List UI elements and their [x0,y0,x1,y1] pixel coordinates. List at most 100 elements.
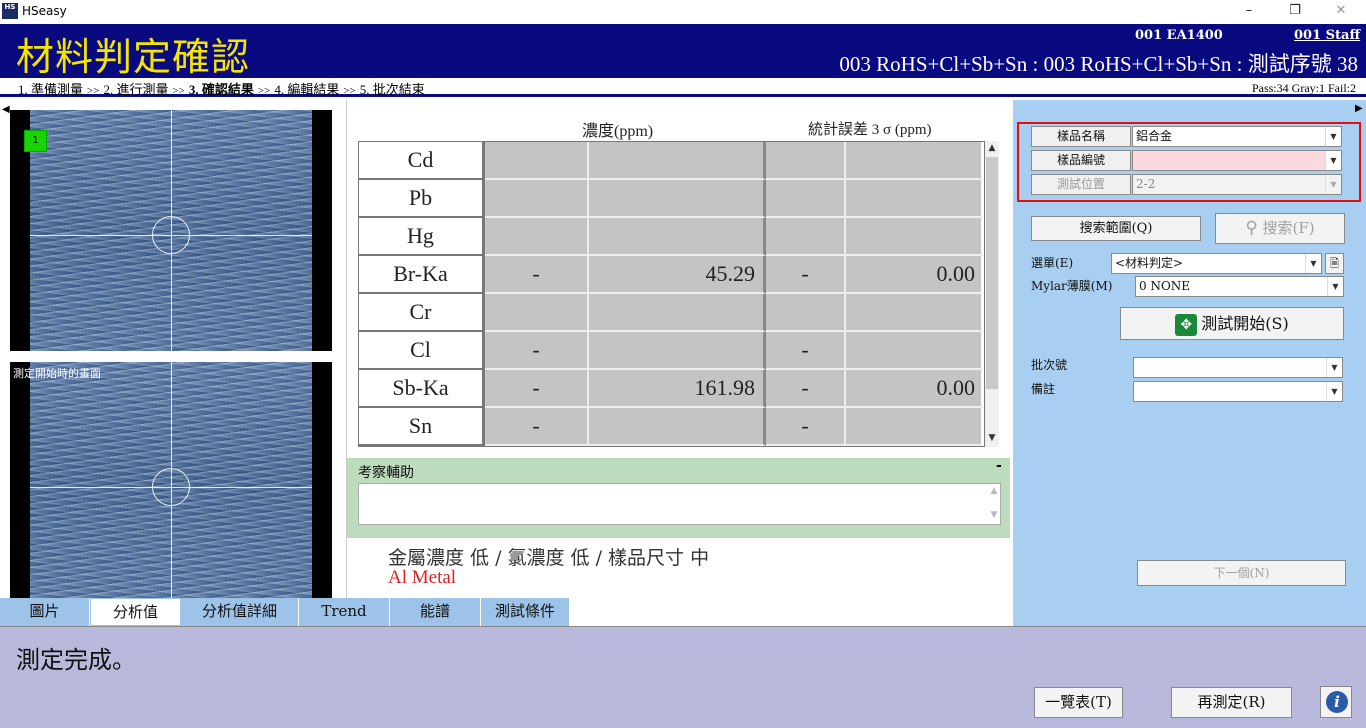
scroll-up-icon[interactable]: ▲ [985,143,999,153]
remeasure-button[interactable]: 再測定(R) [1171,687,1292,718]
breadcrumb-sep: >> [343,85,356,97]
pass-count: Pass:34 [1251,81,1289,95]
sample-image-current[interactable] [10,110,332,351]
error-value-cell [846,142,984,180]
remark-title: 考察輔助 [358,465,414,481]
breadcrumb-step: 1. 準備測量 [18,82,84,97]
sample-name-button[interactable]: 樣品名稱 [1031,126,1131,147]
start-image-label: 測定開始時的畫面 [13,367,101,380]
conc-value-cell [589,332,766,370]
chevron-down-icon[interactable]: ▼ [1325,175,1341,194]
tab-analysis-detail[interactable]: 分析值詳細 [181,598,299,626]
next-button[interactable]: 下一個(N) [1137,560,1346,586]
device-id: 001 EA1400 [1135,28,1223,43]
error-header: 統計誤差 3 σ (ppm) [808,122,932,138]
chevron-down-icon[interactable]: ▼ [1325,151,1341,170]
note-label: 備註 [1031,382,1056,396]
window-titlebar [0,0,1366,24]
mylar-combo[interactable]: 0 NONE ▼ [1135,276,1344,297]
lot-combo[interactable]: ▼ [1133,357,1343,378]
sample-image-start[interactable] [10,362,332,598]
table-row: Cl - - [359,332,984,370]
sample-no-button[interactable]: 樣品編號 [1031,150,1131,171]
scroll-thumb[interactable] [986,157,998,389]
concentration-header: 濃度(ppm) [582,123,654,140]
conc-value-cell [589,218,766,256]
element-cell: Hg [359,218,485,256]
chevron-down-icon[interactable]: ▼ [1325,127,1341,146]
conc-flag-cell: - [485,408,589,446]
test-position-button[interactable]: 測試位置 [1031,174,1131,195]
conc-value-cell: 161.98 [589,370,766,408]
breadcrumb-sep: >> [87,85,100,97]
method-info: 003 RoHS+Cl+Sb+Sn : 003 RoHS+Cl+Sb+Sn : … [839,52,1358,76]
lot-label: 批次號 [1031,358,1068,372]
menu-combo[interactable]: <材料判定> ▼ [1111,253,1322,274]
error-value-cell [846,408,984,446]
error-flag-cell [766,294,846,332]
remark-scroll-up-icon[interactable]: ▲ [987,486,1001,496]
table-row: Pb [359,180,984,218]
search-range-button[interactable]: 搜索範圍(Q) [1031,216,1201,241]
conc-flag-cell [485,218,589,256]
info-button[interactable]: i [1320,686,1352,718]
panel-collapse-left-icon[interactable]: ◀ [2,104,10,115]
table-scrollbar[interactable]: ▲ ▼ [985,141,999,447]
sample-no-combo[interactable]: ▼ [1132,150,1342,171]
tab-test-conditions[interactable]: 測試條件 [481,598,570,626]
tab-trend[interactable]: Trend [299,598,390,626]
test-position-combo[interactable]: 2-2 ▼ [1132,174,1342,195]
staff-link[interactable]: 001 Staff [1294,28,1360,43]
table-row: Br-Ka - 45.29 - 0.00 [359,256,984,294]
table-row: Sb-Ka - 161.98 - 0.00 [359,370,984,408]
note-combo[interactable]: ▼ [1133,381,1343,402]
remark-scroll-down-icon[interactable]: ▼ [987,510,1001,520]
results-table: Cd Pb Hg Br-Ka - 45.29 - 0.00 Cr Cl - - [358,141,985,447]
tab-analysis-value[interactable]: 分析值 [90,598,181,626]
panel-collapse-right-icon[interactable]: ▶ [1355,103,1363,114]
restore-button[interactable]: ❐ [1272,0,1318,24]
run-person-icon: ✥ [1175,313,1198,336]
remark-collapse-button[interactable]: - [996,458,1002,474]
chevron-down-icon[interactable]: ▼ [1305,254,1321,273]
error-value-cell: 0.00 [846,256,984,294]
breadcrumb-step: 4. 編輯結果 [274,82,340,97]
judgement-material: Al Metal [388,567,457,588]
status-message: 測定完成。 [16,646,136,674]
chevron-down-icon[interactable]: ▼ [1326,382,1342,401]
chevron-down-icon[interactable]: ▼ [1326,358,1342,377]
element-cell: Br-Ka [359,256,485,294]
document-icon[interactable]: 🗎 [1325,253,1344,274]
start-test-label: 測試開始(S) [1201,314,1289,333]
start-test-button[interactable]: ✥ 測試開始(S) [1120,307,1344,340]
element-cell: Sb-Ka [359,370,485,408]
breadcrumb-sep: >> [172,85,185,97]
breadcrumb-step-current: 3. 確認結果 [188,82,254,97]
error-value-cell [846,294,984,332]
remark-textarea[interactable]: ▲ ▼ [358,483,1001,525]
judgement-summary: 金屬濃度 低 / 氯濃度 低 / 樣品尺寸 中 [388,547,710,569]
close-button[interactable]: ✕ [1318,0,1364,24]
error-flag-cell: - [766,332,846,370]
breadcrumb-sep: >> [257,85,271,97]
chevron-down-icon[interactable]: ▼ [1327,277,1343,296]
app-logo-icon: HS [2,3,18,19]
conc-flag-cell: - [485,370,589,408]
conc-flag-cell [485,294,589,332]
menu-label: 選單(E) [1031,256,1074,270]
list-button[interactable]: 一覽表(T) [1034,687,1123,718]
window-title: HSeasy [22,4,67,18]
tab-image[interactable]: 圖片 [0,598,90,626]
breadcrumb-step: 5. 批次結束 [359,82,425,97]
tab-spectrum[interactable]: 能譜 [390,598,481,626]
mylar-value: 0 NONE [1139,279,1191,293]
breadcrumb-step: 2. 進行測量 [103,82,169,97]
conc-value-cell [589,408,766,446]
minimize-button[interactable]: – [1226,0,1272,24]
scroll-down-icon[interactable]: ▼ [985,433,999,443]
page-title: 材料判定確認 [16,35,251,79]
info-icon: i [1326,691,1348,713]
sample-name-combo[interactable]: 鋁合金 ▼ [1132,126,1342,147]
search-button[interactable]: ⚲ 搜索(F) [1215,213,1345,244]
table-row: Cr [359,294,984,332]
